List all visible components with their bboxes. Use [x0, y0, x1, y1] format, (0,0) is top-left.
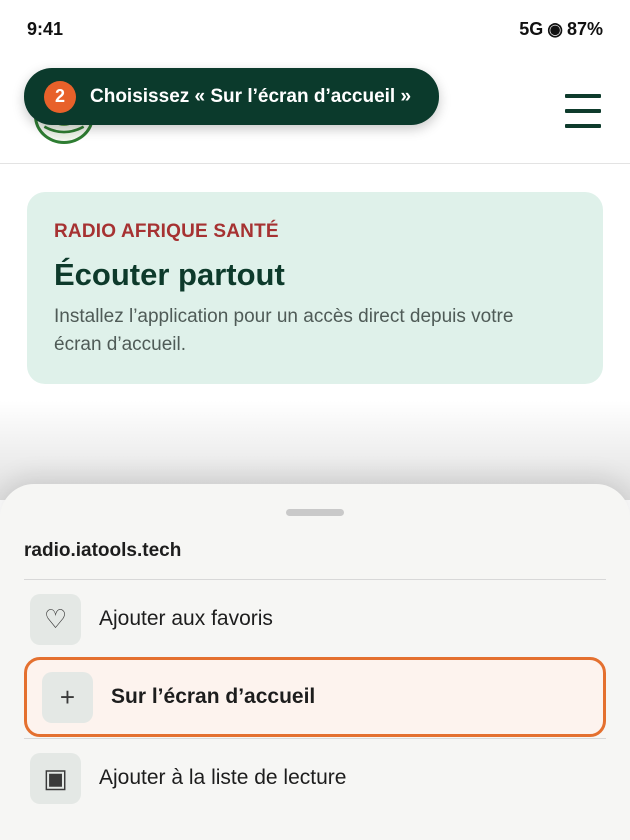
step-number-badge: 2 [44, 80, 76, 113]
menu-item-favorites[interactable]: ♡ Ajouter aux favoris [24, 579, 606, 659]
status-time: 9:41 [27, 18, 64, 39]
share-sheet: radio.iatools.tech ♡ Ajouter aux favoris… [0, 484, 630, 840]
network-label: 5G [519, 18, 544, 39]
signal-icon: ◉ [547, 18, 563, 39]
hamburger-line [565, 124, 601, 128]
menu-item-label: Ajouter à la liste de lecture [99, 766, 347, 789]
promo-title: Écouter partout [54, 257, 285, 292]
heart-icon: ♡ [30, 593, 81, 645]
promo-eyebrow: RADIO AFRIQUE SANTÉ [54, 221, 279, 242]
menu-item-reading-list[interactable]: ▣ Ajouter à la liste de lecture [24, 738, 606, 818]
menu-item-label: Ajouter aux favoris [99, 607, 273, 630]
reading-list-icon: ▣ [30, 752, 81, 804]
step-instruction: Choisissez « Sur l’écran d’accueil » [90, 85, 412, 107]
promo-description: Installez l’application pour un accès di… [54, 306, 514, 355]
hamburger-line [565, 94, 601, 98]
sheet-grabber[interactable] [286, 509, 344, 516]
install-promo-card: RADIO AFRIQUE SANTÉ Écouter partout Inst… [27, 192, 603, 384]
battery-label: 87% [566, 18, 603, 39]
status-indicators: 5G ◉ 87% [519, 19, 603, 40]
menu-item-add-to-home-screen[interactable]: + Sur l’écran d’accueil [24, 657, 606, 737]
status-bar: 9:41 5G ◉ 87% [0, 0, 630, 58]
plus-icon: + [42, 671, 93, 723]
hamburger-icon[interactable] [565, 94, 601, 128]
menu-item-label: Sur l’écran d’accueil [111, 685, 316, 708]
step-tooltip: 2 Choisissez « Sur l’écran d’accueil » [24, 68, 439, 125]
hamburger-line [565, 109, 601, 113]
sheet-url: radio.iatools.tech [24, 540, 182, 561]
